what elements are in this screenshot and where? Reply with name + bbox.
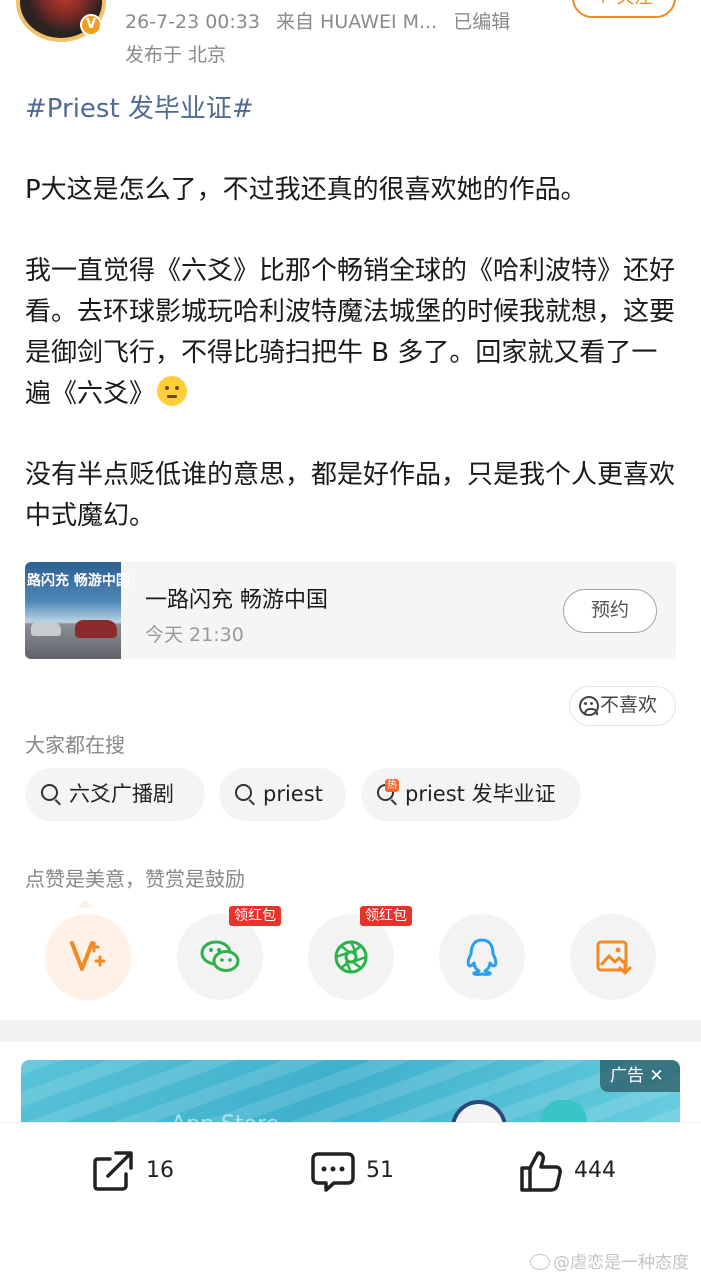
- live-title: 一路闪充 畅游中国: [145, 588, 328, 613]
- frown-icon: [579, 696, 599, 716]
- reserve-button[interactable]: 预约: [563, 589, 657, 633]
- share-button[interactable]: 16: [90, 1147, 174, 1195]
- verified-badge-icon: V: [80, 14, 102, 36]
- share-wechat-button[interactable]: 领红包: [177, 906, 281, 1000]
- ad-close-tag[interactable]: 广告 ✕: [600, 1060, 680, 1092]
- post-header: V 26-7-23 00:33 来自 HUAWEI M... 已编辑 发布于 北…: [0, 0, 701, 80]
- like-count: 444: [574, 1158, 616, 1183]
- wechat-icon: [200, 940, 240, 972]
- like-button[interactable]: 444: [518, 1147, 616, 1195]
- thinking-emoji-icon: [157, 376, 188, 406]
- post-paragraph-2: 我一直觉得《六爻》比那个畅销全球的《哈利波特》还好看。去环球影城玩哈利波特魔法城…: [25, 251, 675, 415]
- reward-section-title: 点赞是美意，赞赏是鼓励: [25, 867, 245, 891]
- comment-icon: [311, 1152, 355, 1192]
- reward-v-plus-button[interactable]: [45, 900, 131, 1000]
- comment-button[interactable]: 51: [310, 1147, 394, 1195]
- live-time: 今天 21:30: [145, 624, 244, 646]
- red-packet-badge: 领红包: [229, 906, 281, 926]
- dislike-label: 不喜欢: [600, 694, 658, 716]
- post-meta: 26-7-23 00:33 来自 HUAWEI M... 已编辑: [125, 7, 520, 34]
- save-image-button[interactable]: [570, 914, 656, 1000]
- share-icon: [93, 1151, 133, 1191]
- watermark: @虐恋是一种态度: [530, 1248, 689, 1273]
- follow-button[interactable]: + 关注: [572, 0, 676, 18]
- thumbs-up-icon: [520, 1151, 562, 1192]
- post-paragraph-1: P大这是怎么了，不过我还真的很喜欢她的作品。: [25, 175, 587, 205]
- hashtag-link[interactable]: #Priest 发毕业证#: [25, 88, 254, 125]
- post-paragraph-2-text: 我一直觉得《六爻》比那个畅销全球的《哈利波特》还好看。去环球影城玩哈利波特魔法城…: [25, 256, 676, 409]
- post-source: 来自 HUAWEI M...: [276, 11, 438, 33]
- dislike-button[interactable]: 不喜欢: [569, 686, 676, 726]
- share-qq-button[interactable]: [439, 914, 525, 1000]
- v-plus-icon: [70, 941, 106, 971]
- search-chip[interactable]: 六爻广播剧: [25, 768, 205, 821]
- share-count: 16: [146, 1158, 174, 1183]
- post-paragraph-3: 没有半点贬低谁的意思，都是好作品，只是我个人更喜欢中式魔幻。: [25, 460, 676, 531]
- watermark-text: @虐恋是一种态度: [553, 1253, 689, 1273]
- search-chip-label: priest: [263, 782, 323, 806]
- live-thumbnail: 路闪充 畅游中国: [25, 562, 130, 659]
- edited-label: 已编辑: [453, 11, 511, 33]
- qq-icon: [466, 938, 498, 976]
- comment-count: 51: [366, 1158, 394, 1183]
- live-thumbnail-text: 路闪充 畅游中国: [27, 573, 130, 589]
- save-image-icon: [596, 940, 632, 975]
- car-shape: [31, 622, 61, 636]
- search-section-title: 大家都在搜: [25, 733, 125, 757]
- post-location: 发布于 北京: [125, 44, 227, 66]
- hot-badge: 热: [385, 779, 399, 792]
- search-chip[interactable]: priest: [219, 768, 346, 821]
- search-chip-hot[interactable]: 热 priest 发毕业证: [361, 768, 581, 821]
- moments-icon: [334, 940, 368, 974]
- search-chip-label: 六爻广播剧: [69, 782, 174, 806]
- search-chip-label: priest 发毕业证: [405, 782, 556, 806]
- live-reservation-card[interactable]: 路闪充 畅游中国 一路闪充 畅游中国 今天 21:30 预约: [25, 562, 676, 659]
- car-shape: [75, 620, 117, 638]
- post-date: 26-7-23 00:33: [125, 11, 260, 33]
- search-icon: [235, 784, 252, 801]
- section-divider: [0, 1020, 701, 1042]
- red-packet-badge: 领红包: [360, 906, 412, 926]
- share-moments-button[interactable]: 领红包: [308, 906, 412, 1000]
- search-icon: [41, 784, 58, 801]
- weibo-logo-icon: [530, 1254, 550, 1270]
